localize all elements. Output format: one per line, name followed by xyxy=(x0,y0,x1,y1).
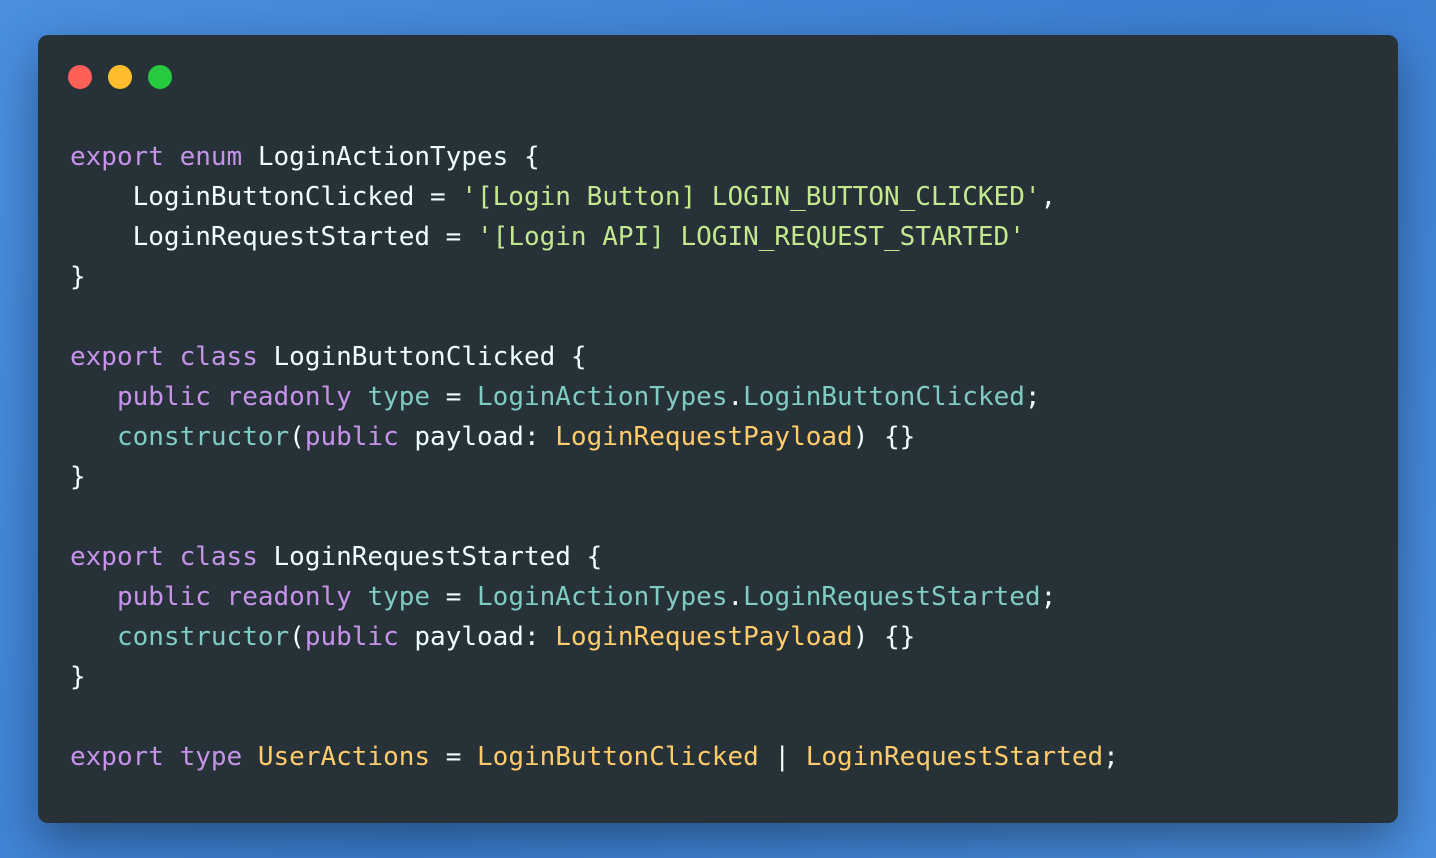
code-token-keyword: class xyxy=(179,542,258,572)
code-line: LoginButtonClicked = '[Login Button] LOG… xyxy=(70,177,1119,217)
code-token-plain: } xyxy=(70,462,86,492)
code-line: constructor(public payload: LoginRequest… xyxy=(70,417,1119,457)
code-token-keyword: export xyxy=(70,342,164,372)
code-token-type: UserActions xyxy=(257,742,431,772)
code-line: } xyxy=(70,657,1119,697)
code-token-plain: LoginActionTypes { xyxy=(242,142,540,172)
code-token-plain: = xyxy=(430,582,478,612)
code-token-plain: = xyxy=(430,742,478,772)
code-token-plain: | xyxy=(758,742,806,772)
code-token-plain: , xyxy=(1040,182,1057,212)
code-token-prop: constructor xyxy=(116,422,290,452)
code-line: export class LoginRequestStarted { xyxy=(70,537,1119,577)
code-token-keyword: readonly xyxy=(226,582,352,612)
code-token-plain: payload: xyxy=(398,422,556,452)
code-token-keyword: public xyxy=(116,582,211,612)
code-token-type: LoginRequestPayload xyxy=(555,422,853,452)
code-line: LoginRequestStarted = '[Login API] LOGIN… xyxy=(70,217,1119,257)
code-line: public readonly type = LoginActionTypes.… xyxy=(70,577,1119,617)
code-token-keyword: enum xyxy=(179,142,243,172)
close-button[interactable] xyxy=(68,65,92,89)
code-token-plain: ; xyxy=(1103,742,1119,772)
code-token-prop: LoginActionTypes xyxy=(477,382,728,412)
code-token-plain: } xyxy=(70,262,86,292)
code-line: export enum LoginActionTypes { xyxy=(70,137,1119,177)
code-token-plain: LoginButtonClicked = xyxy=(70,182,462,212)
code-token-plain: ; xyxy=(1024,382,1041,412)
code-line: constructor(public payload: LoginRequest… xyxy=(70,617,1119,657)
code-token-type: LoginRequestPayload xyxy=(555,622,853,652)
code-token-keyword: type xyxy=(179,742,243,772)
code-token-plain: ) {} xyxy=(852,422,916,452)
code-token-keyword: export xyxy=(70,142,164,172)
code-line: } xyxy=(70,457,1119,497)
code-token-plain: payload: xyxy=(398,622,556,652)
code-token-keyword: export xyxy=(70,542,164,572)
code-token-plain: . xyxy=(727,382,744,412)
code-line: export type UserActions = LoginButtonCli… xyxy=(70,737,1119,777)
maximize-button[interactable] xyxy=(148,65,172,89)
code-token-string: '[Login API] LOGIN_REQUEST_STARTED' xyxy=(477,222,1025,252)
code-token-plain: LoginRequestStarted = xyxy=(70,222,477,252)
code-token-keyword: public xyxy=(304,422,399,452)
code-token-plain: } xyxy=(70,662,86,692)
code-line: public readonly type = LoginActionTypes.… xyxy=(70,377,1119,417)
code-token-prop: LoginRequestStarted xyxy=(743,582,1041,612)
code-window: export enum LoginActionTypes { LoginButt… xyxy=(38,35,1398,823)
code-token-plain: ( xyxy=(289,622,305,652)
code-token-prop: constructor xyxy=(116,622,290,652)
code-token-prop: LoginActionTypes xyxy=(477,582,728,612)
code-token-type: LoginButtonClicked xyxy=(477,742,759,772)
code-token-type: LoginRequestStarted xyxy=(805,742,1104,772)
code-token-keyword: class xyxy=(179,342,258,372)
code-token-plain: ; xyxy=(1040,582,1057,612)
minimize-button[interactable] xyxy=(108,65,132,89)
code-token-string: '[Login Button] LOGIN_BUTTON_CLICKED' xyxy=(461,182,1041,212)
code-token-plain: LoginRequestStarted { xyxy=(257,542,603,572)
code-token-plain: . xyxy=(727,582,744,612)
code-token-plain: LoginButtonClicked { xyxy=(257,342,587,372)
code-block: export enum LoginActionTypes { LoginButt… xyxy=(70,137,1119,777)
code-token-plain: ( xyxy=(289,422,305,452)
code-token-keyword: public xyxy=(304,622,399,652)
code-token-prop: type xyxy=(367,582,431,612)
code-line: export class LoginButtonClicked { xyxy=(70,337,1119,377)
code-token-keyword: readonly xyxy=(226,382,352,412)
code-token-plain: ) {} xyxy=(852,622,916,652)
code-line: } xyxy=(70,257,1119,297)
code-token-plain: = xyxy=(430,382,478,412)
code-token-prop: type xyxy=(367,382,431,412)
code-token-keyword: public xyxy=(116,382,211,412)
code-token-keyword: export xyxy=(70,742,164,772)
code-token-prop: LoginButtonClicked xyxy=(743,382,1025,412)
